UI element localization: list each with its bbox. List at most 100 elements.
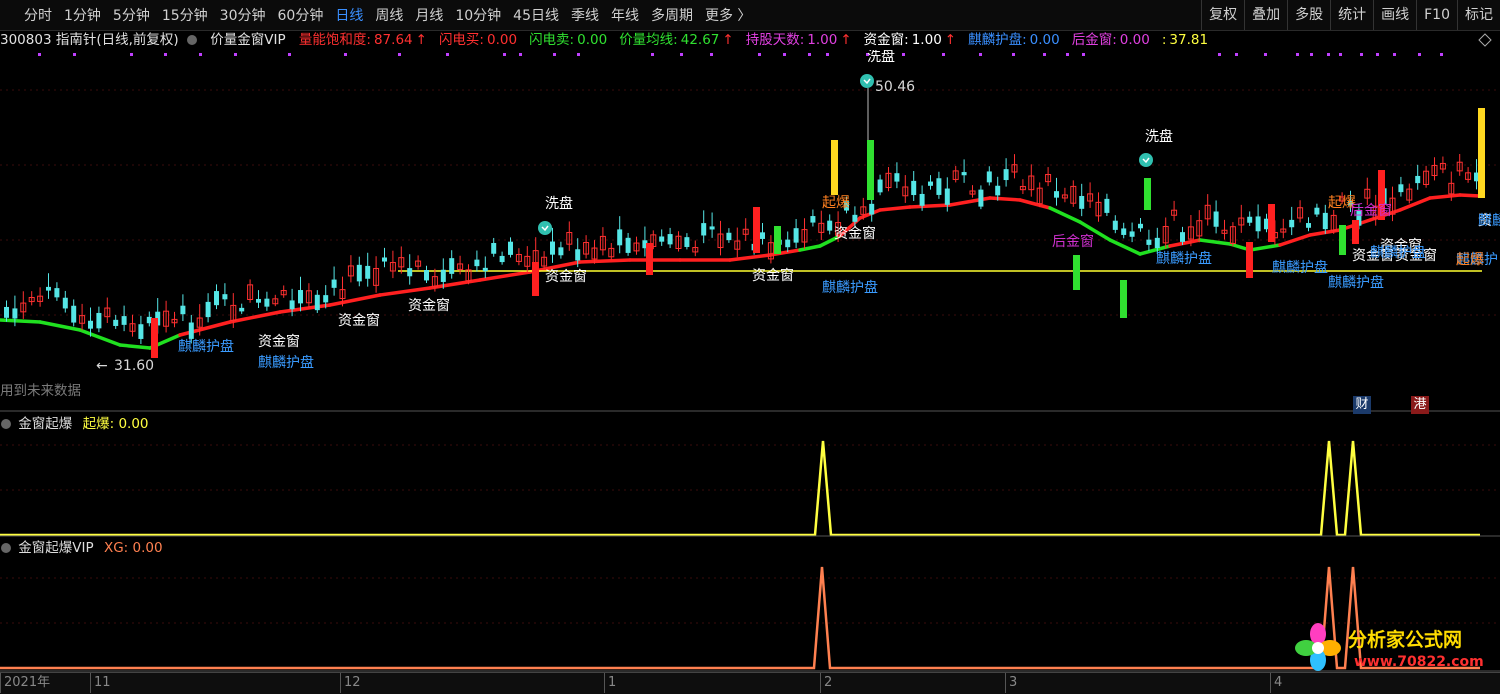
signal-bar	[151, 318, 158, 358]
candle-body	[121, 316, 127, 325]
signal-dot	[1066, 53, 1069, 56]
tab-period-14[interactable]: 更多 〉	[699, 5, 757, 25]
candle-body	[54, 288, 60, 298]
indicator-value-2: 闪电卖: 0.00	[529, 32, 610, 48]
candle-body	[1121, 228, 1127, 235]
candle-body	[550, 241, 555, 255]
candle-body	[407, 268, 413, 277]
ma-segment	[728, 253, 772, 262]
tab-period-4[interactable]: 30分钟	[214, 5, 272, 25]
tool-buttons: 复权 叠加 多股 统计 画线 F10 标记	[1201, 0, 1500, 30]
signal-dot	[1440, 53, 1443, 56]
candle-body	[113, 319, 119, 326]
candle-body	[793, 228, 799, 243]
annotation-wash: 洗盘	[545, 195, 573, 212]
ma-segment	[1018, 198, 1052, 210]
annotation-qlhp: 麒麟护盘	[178, 338, 234, 355]
tab-period-0[interactable]: 分时	[18, 5, 58, 25]
tab-period-3[interactable]: 15分钟	[156, 5, 214, 25]
ma-segment	[1048, 206, 1082, 224]
indicator-line	[0, 440, 1480, 537]
kline-chart[interactable]: 50.46← 31.60洗盘洗盘洗盘资金窗资金窗资金窗资金窗 资金窗资金窗资金窗资金…	[0, 50, 1500, 412]
xg-indicator-chart[interactable]	[0, 537, 1500, 672]
badge-0[interactable]: 财	[1353, 396, 1371, 414]
watermark-title: 分析家公式网	[1348, 628, 1462, 651]
candle-body	[684, 237, 690, 247]
candle-body	[138, 324, 144, 339]
candle-body	[365, 265, 371, 279]
qibao-indicator-chart[interactable]	[0, 413, 1500, 537]
tab-period-7[interactable]: 周线	[369, 5, 409, 25]
candle-body	[1255, 216, 1261, 232]
signal-dot	[398, 53, 401, 56]
diamond-icon[interactable]	[1478, 33, 1492, 47]
candle-body	[289, 300, 295, 310]
chevron-down-icon[interactable]	[186, 35, 197, 45]
signal-dot	[1339, 53, 1342, 56]
ma-segment	[478, 270, 532, 282]
indicator-label: 闪电买:	[438, 32, 484, 48]
candle-body	[919, 193, 925, 206]
up-arrow-icon: ↑	[415, 32, 427, 48]
tab-period-10[interactable]: 45日线	[507, 5, 565, 25]
signal-dot	[519, 53, 522, 56]
annotation-zjc: 资金窗	[834, 225, 876, 242]
candle-body	[1003, 169, 1009, 181]
candle-body	[659, 236, 665, 242]
tool-button-4[interactable]: 画线	[1373, 0, 1416, 30]
candle-body	[4, 306, 9, 318]
tool-button-6[interactable]: 标记	[1457, 0, 1500, 30]
annotation-qlhp: 麒麟护盘	[1272, 259, 1328, 276]
tab-period-2[interactable]: 5分钟	[107, 5, 156, 25]
future-data-note: 用到未来数据	[0, 383, 81, 399]
candle-body	[382, 257, 387, 262]
signal-dot	[1218, 53, 1221, 56]
tab-period-5[interactable]: 60分钟	[272, 5, 330, 25]
tab-period-13[interactable]: 多周期	[645, 5, 699, 25]
signal-dot	[1310, 53, 1313, 56]
candle-body	[877, 179, 883, 193]
annotation-qlhp: 麒麟护盘	[1370, 244, 1426, 261]
indicator-label: :	[1161, 32, 1167, 48]
annotation-qlhp: 麒麟护盘	[822, 279, 878, 296]
ma-segment	[278, 303, 332, 314]
ma-segment	[118, 343, 152, 350]
candle-body	[96, 312, 102, 329]
stock-title[interactable]: 300803 指南针(日线,前复权)	[0, 32, 179, 48]
indicator-label: 价量均线:	[619, 32, 678, 48]
candle-body	[1112, 220, 1118, 230]
signal-dot	[783, 53, 786, 56]
candle-body	[323, 295, 329, 303]
candle-body	[1054, 191, 1059, 198]
check-circle-icon	[1139, 153, 1153, 167]
tool-button-3[interactable]: 统计	[1330, 0, 1373, 30]
signal-bar	[1478, 108, 1485, 198]
signal-dot	[1235, 53, 1238, 56]
signal-dot	[1418, 53, 1421, 56]
signal-dot	[38, 53, 41, 56]
candle-body	[71, 305, 77, 323]
signal-dot	[1264, 53, 1267, 56]
signal-dot	[1296, 53, 1299, 56]
candle-body	[12, 308, 18, 319]
tab-period-12[interactable]: 年线	[605, 5, 645, 25]
indicator-value-0: 量能饱和度: 87.64 ↑	[299, 32, 430, 48]
tab-period-6[interactable]: 日线	[329, 5, 369, 25]
tool-button-0[interactable]: 复权	[1201, 0, 1244, 30]
tool-button-2[interactable]: 多股	[1287, 0, 1330, 30]
annotation-zjc: 资金窗	[752, 267, 794, 284]
tab-period-8[interactable]: 月线	[409, 5, 449, 25]
badge-1[interactable]: 港	[1411, 396, 1429, 414]
annotation-zjc: 资金窗	[545, 268, 587, 285]
tab-period-9[interactable]: 10分钟	[449, 5, 507, 25]
tool-button-1[interactable]: 叠加	[1244, 0, 1287, 30]
tab-period-1[interactable]: 1分钟	[58, 5, 107, 25]
tool-button-5[interactable]: F10	[1416, 0, 1457, 30]
tab-period-11[interactable]: 季线	[565, 5, 605, 25]
indicator-number: 1.00	[807, 32, 838, 48]
candle-body	[1104, 198, 1110, 213]
candle-body	[508, 241, 513, 255]
indicator-name[interactable]: 价量金窗VIP	[210, 32, 285, 48]
candle-body	[62, 297, 68, 309]
signal-dot	[902, 53, 905, 56]
